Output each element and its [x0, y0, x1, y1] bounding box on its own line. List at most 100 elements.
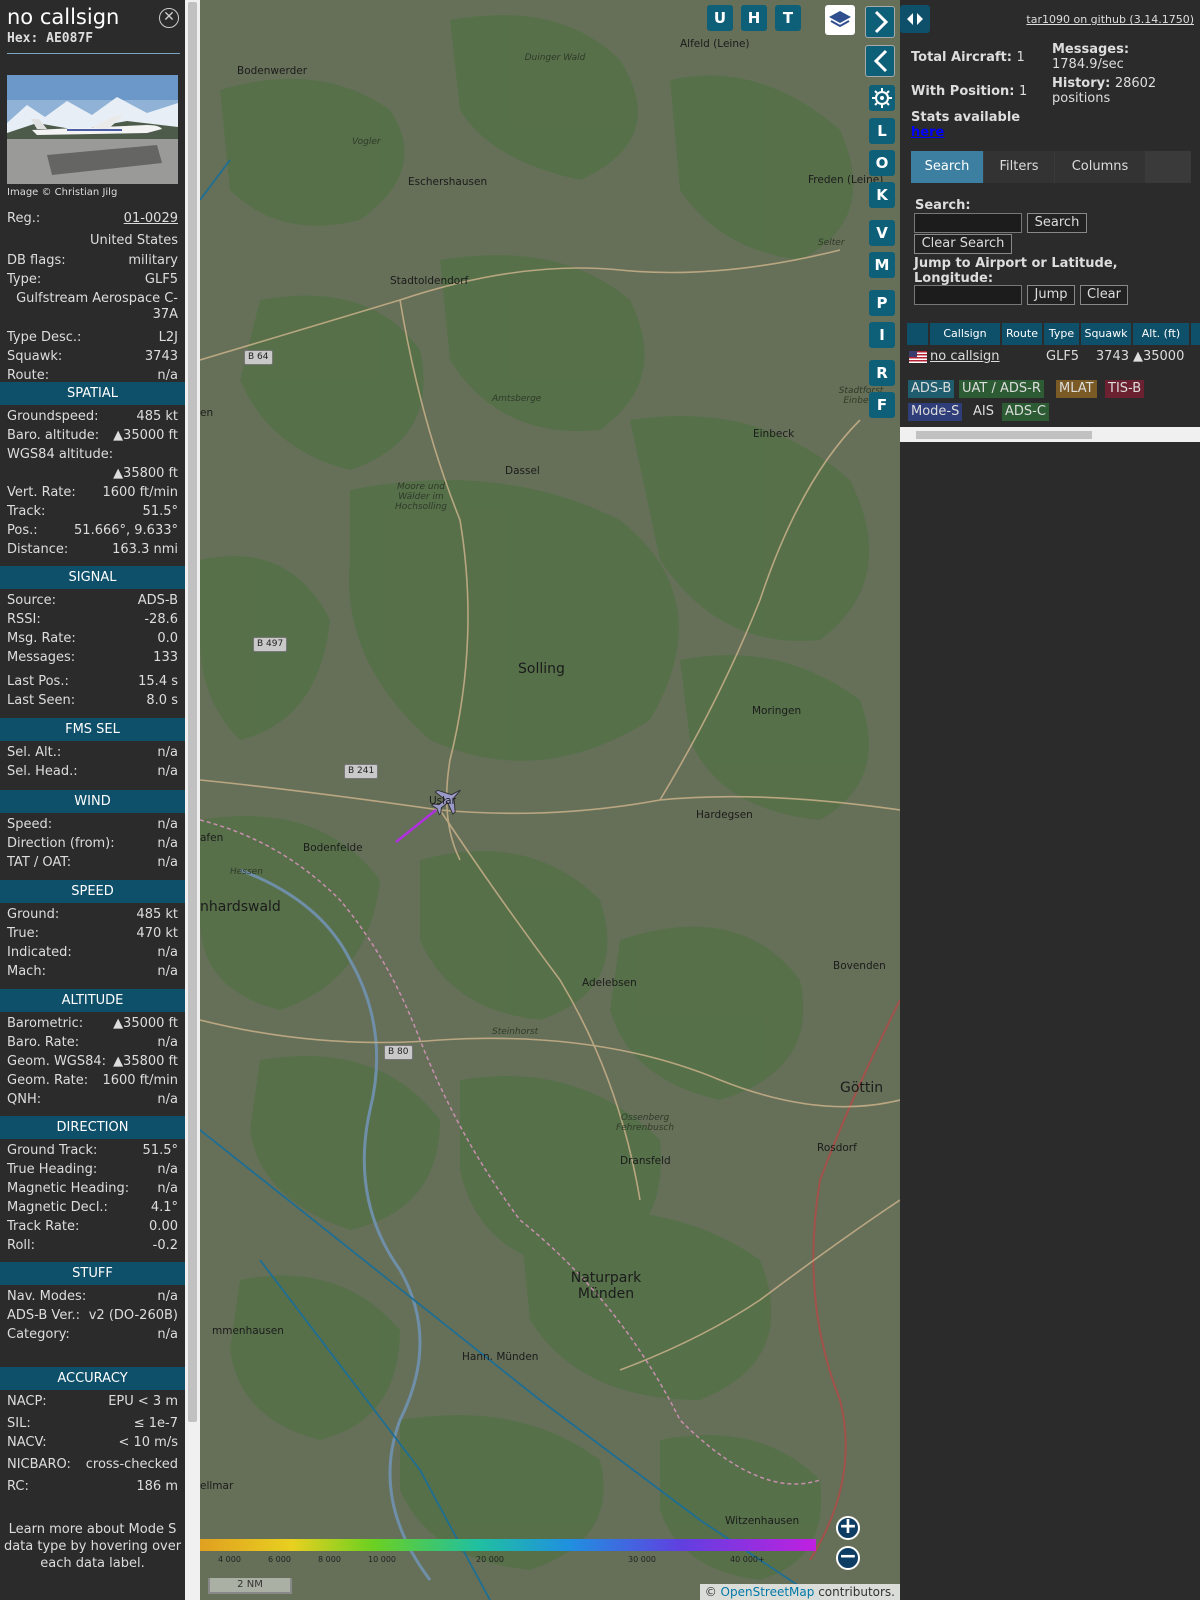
messages-stat: Messages: 1784.9/sec [1052, 42, 1129, 72]
us-flag-icon [909, 347, 927, 367]
map-place-label: Uslar [429, 795, 456, 807]
row-callsign[interactable]: no callsign [930, 347, 1000, 367]
signal-row: Messages: 133 [7, 650, 178, 668]
accuracy-row: SIL: ≤ 1e-7 [7, 1416, 178, 1434]
signal-value: 133 [153, 650, 178, 665]
map-view[interactable]: Alfeld (Leine) Bodenwerder Duinger Wald Vog… [200, 0, 900, 1600]
direction-label: Ground Track: [7, 1143, 98, 1158]
section-fms: FMS SEL [0, 718, 185, 741]
map-place-label: Steinhorst [492, 1027, 539, 1037]
altitude-legend-label: 4 000 [218, 1555, 241, 1564]
spatial-label: Track: [7, 504, 46, 519]
signal-row: RSSI: -28.6 [7, 612, 178, 630]
jump-input[interactable] [914, 285, 1022, 305]
table-header-route[interactable]: Route [1002, 323, 1042, 345]
source-badge[interactable]: TIS-B [1105, 380, 1145, 398]
map-place-label: Ossenberg Fehrenbusch [615, 1113, 675, 1133]
map-button-k[interactable]: K [869, 182, 895, 208]
map-button-l[interactable]: L [869, 118, 895, 144]
gear-icon [872, 88, 892, 108]
layers-icon[interactable] [825, 5, 855, 35]
map-button-m[interactable]: M [869, 252, 895, 278]
jump-button[interactable]: Jump [1027, 285, 1075, 305]
table-header-altitude[interactable]: Alt. (ft) [1133, 323, 1189, 345]
accuracy-row: RC: 186 m [7, 1479, 178, 1497]
map-button-o[interactable]: O [869, 150, 895, 176]
direction-value: -0.2 [152, 1238, 178, 1253]
table-header-type[interactable]: Type [1044, 323, 1079, 345]
map-button-r[interactable]: R [869, 360, 895, 386]
search-input[interactable] [914, 213, 1022, 233]
map-button-v[interactable]: V [869, 220, 895, 246]
detail-panel-scrollbar[interactable] [185, 0, 200, 1600]
search-button[interactable]: Search [1027, 213, 1087, 233]
expand-sidebar-button[interactable] [865, 6, 895, 38]
scrollbar-thumb[interactable] [916, 431, 1092, 439]
map-button-u[interactable]: U [707, 5, 733, 31]
spatial-row: Distance: 163.3 nmi [7, 542, 178, 560]
source-badge[interactable]: Mode-S [908, 403, 963, 421]
table-header-callsign[interactable]: Callsign [930, 323, 1000, 345]
stuff-label: Nav. Modes: [7, 1289, 87, 1304]
history-stat: History: 28602 positions [1052, 76, 1156, 106]
collapse-sidebar-button[interactable] [865, 45, 895, 77]
accuracy-value: cross-checked [85, 1457, 178, 1472]
accuracy-row: NACP: EPU < 3 m [7, 1394, 178, 1412]
source-badge[interactable]: AIS [970, 403, 997, 421]
signal-label: Last Pos.: [7, 674, 69, 689]
source-badge[interactable]: ADS-C [1002, 403, 1049, 421]
map-place-label: Hardegsen [696, 809, 753, 821]
left-right-arrows-icon [907, 13, 923, 25]
history-unit: positions [1052, 91, 1111, 106]
wind-row: TAT / OAT: n/a [7, 855, 178, 873]
stats-link[interactable]: here [911, 125, 944, 140]
altitude-legend-label: 40 000+ [730, 1555, 765, 1564]
source-badge[interactable]: ADS-B [908, 380, 955, 398]
table-horizontal-scrollbar[interactable] [900, 427, 1200, 442]
reg-link[interactable]: 01-0029 [124, 211, 178, 226]
zoom-in-button[interactable]: + [836, 1516, 860, 1540]
map-button-i[interactable]: I [869, 322, 895, 348]
map-button-t[interactable]: T [775, 5, 801, 31]
osm-link[interactable]: OpenStreetMap [721, 1585, 815, 1599]
spatial-row: WGS84 altitude: [7, 447, 178, 465]
speed-value: 470 kt [136, 926, 178, 941]
road-shield: B 241 [344, 764, 379, 779]
with-position: With Position: 1 [911, 84, 1027, 99]
country-value: United States [89, 233, 178, 248]
messages-label: Messages: [1052, 42, 1130, 57]
tab-filters[interactable]: Filters [984, 151, 1054, 183]
spatial-label: Distance: [7, 542, 69, 557]
source-badge[interactable]: UAT / ADS-R [959, 380, 1044, 398]
scrollbar-thumb[interactable] [188, 2, 197, 1422]
toggle-sidebar-button[interactable] [900, 5, 930, 33]
table-header-squawk[interactable]: Squawk [1081, 323, 1131, 345]
map-button-p[interactable]: P [869, 290, 895, 316]
jump-label-line2: Longitude: [914, 271, 994, 286]
tab-columns[interactable]: Columns [1055, 151, 1145, 183]
accuracy-label: NICBARO: [7, 1457, 71, 1472]
map-place-label: afen [200, 832, 224, 844]
altitude-legend-label: 8 000 [318, 1555, 341, 1564]
spatial-label: WGS84 altitude: [7, 447, 114, 462]
map-button-h[interactable]: H [741, 5, 767, 31]
speed-row: Indicated: n/a [7, 945, 178, 963]
signal-label: Last Seen: [7, 693, 76, 708]
spatial-row: Vert. Rate: 1600 ft/min [7, 485, 178, 503]
close-icon[interactable]: ✕ [159, 8, 179, 28]
altitude-label: Geom. Rate: [7, 1073, 89, 1088]
github-link[interactable]: tar1090 on github (3.14.1750) [1026, 13, 1194, 26]
aircraft-photo[interactable] [7, 75, 178, 184]
road-shield: B 497 [253, 637, 288, 652]
dbflags-value: military [128, 253, 178, 268]
zoom-out-button[interactable]: − [836, 1546, 860, 1570]
clear-search-button[interactable]: Clear Search [914, 234, 1012, 254]
settings-button[interactable] [869, 85, 895, 111]
clear-button[interactable]: Clear [1080, 285, 1128, 305]
signal-row: Source: ADS-B [7, 593, 178, 611]
history-label: History: [1052, 76, 1111, 91]
source-badge[interactable]: MLAT [1056, 380, 1097, 398]
direction-label: Roll: [7, 1238, 36, 1253]
tab-search[interactable]: Search [911, 151, 983, 183]
map-button-f[interactable]: F [869, 392, 895, 418]
